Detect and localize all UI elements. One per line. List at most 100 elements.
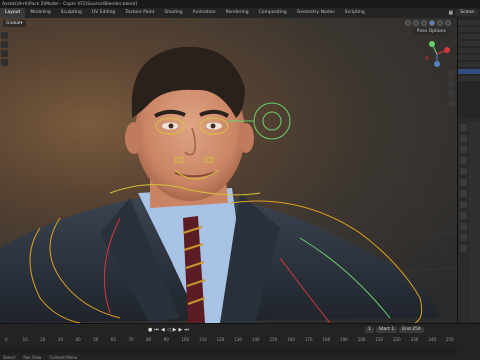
camera-view-icon[interactable] bbox=[448, 90, 455, 97]
outliner-row[interactable] bbox=[458, 62, 480, 67]
y-axis-icon bbox=[429, 41, 435, 47]
scene-selector[interactable]: Scene bbox=[456, 9, 478, 16]
3d-viewport[interactable]: Global ▾ Pose Options bbox=[0, 18, 457, 323]
chevron-down-icon: ▾ bbox=[20, 20, 23, 26]
record-icon[interactable]: ● bbox=[148, 326, 152, 334]
status-context-menu: Context Menu bbox=[49, 354, 78, 360]
ruler-tick-label: 100 bbox=[181, 337, 190, 342]
ruler-tick-label: 230 bbox=[410, 337, 419, 342]
current-frame-field[interactable]: 1 bbox=[365, 327, 374, 333]
ruler-tick-label: 30 bbox=[57, 337, 63, 342]
scene-props-icon[interactable] bbox=[460, 168, 467, 175]
ruler-tick-label: 90 bbox=[163, 337, 169, 342]
properties-tabs bbox=[460, 124, 468, 252]
start-label: Start bbox=[378, 327, 390, 332]
ruler-tick-label: 240 bbox=[428, 337, 436, 342]
playback-controls: ● ⏮ ◀ ◁ ▶ ▶ ⏭ 1 Start 1 End 250 bbox=[0, 326, 457, 334]
shading-tools bbox=[405, 20, 451, 26]
ruler-tick-label: 0 bbox=[5, 337, 8, 342]
outliner[interactable] bbox=[458, 18, 480, 118]
pan-hand-icon[interactable] bbox=[448, 80, 455, 87]
outliner-row[interactable] bbox=[458, 76, 480, 81]
start-frame-field[interactable]: Start 1 bbox=[375, 327, 398, 333]
data-props-icon[interactable] bbox=[460, 234, 467, 241]
bone-props-icon[interactable] bbox=[460, 245, 467, 252]
view-layer-icon[interactable] bbox=[460, 157, 467, 164]
workspace-tabs: Layout Modeling Sculpting UV Editing Tex… bbox=[0, 8, 480, 18]
orientation-dropdown[interactable]: Global ▾ bbox=[3, 19, 26, 27]
perspective-toggle-icon[interactable] bbox=[448, 100, 455, 107]
end-label: End bbox=[402, 327, 411, 332]
end-frame-field[interactable]: End 250 bbox=[399, 327, 424, 333]
overlay-toggle-icon[interactable] bbox=[405, 20, 411, 26]
physics-props-icon[interactable] bbox=[460, 212, 467, 219]
orientation-label: Global bbox=[6, 20, 21, 26]
wireframe-shading-icon[interactable] bbox=[421, 20, 427, 26]
outliner-row[interactable] bbox=[458, 48, 480, 53]
tool-shelf bbox=[1, 32, 8, 66]
title-bar: Assets\Arm\Pack 2\Model - Copie VF2\Sour… bbox=[0, 0, 480, 8]
x-axis-icon bbox=[444, 47, 450, 53]
solid-shading-icon[interactable] bbox=[429, 20, 435, 26]
outliner-row[interactable] bbox=[458, 27, 480, 32]
constraint-props-icon[interactable] bbox=[460, 223, 467, 230]
rotate-tool-icon[interactable] bbox=[1, 59, 8, 66]
tab-rendering[interactable]: Rendering bbox=[221, 8, 254, 18]
ruler-tick-label: 10 bbox=[22, 337, 28, 342]
outliner-row[interactable] bbox=[458, 41, 480, 46]
jump-start-icon[interactable]: ⏮ bbox=[154, 326, 159, 334]
outliner-row[interactable] bbox=[458, 20, 480, 25]
output-props-icon[interactable] bbox=[460, 146, 467, 153]
world-props-icon[interactable] bbox=[460, 179, 467, 186]
tab-compositing[interactable]: Compositing bbox=[254, 8, 292, 18]
outliner-row[interactable] bbox=[458, 55, 480, 60]
next-keyframe-icon[interactable]: ▶ bbox=[178, 326, 182, 334]
pose-options-button[interactable]: Pose Options bbox=[413, 28, 449, 35]
tab-animation[interactable]: Animation bbox=[188, 8, 221, 18]
zoom-icon[interactable] bbox=[448, 70, 455, 77]
tab-uv-editing[interactable]: UV Editing bbox=[87, 8, 120, 18]
frame-ruler[interactable]: 0 10 20 30 40 50 60 70 80 90 100 110 120 130 140 150 160… bbox=[0, 337, 457, 345]
tab-scripting[interactable]: Scripting bbox=[340, 8, 370, 18]
ruler-tick-label: 110 bbox=[199, 337, 207, 342]
tool-props-icon[interactable] bbox=[460, 124, 467, 131]
play-reverse-icon[interactable]: ◁ bbox=[167, 326, 171, 334]
play-icon[interactable]: ▶ bbox=[173, 326, 177, 334]
material-shading-icon[interactable] bbox=[437, 20, 443, 26]
tab-modeling[interactable]: Modeling bbox=[25, 8, 55, 18]
scene-icon[interactable]: ▦ bbox=[449, 10, 454, 16]
tab-texture-paint[interactable]: Texture Paint bbox=[120, 8, 159, 18]
render-props-icon[interactable] bbox=[460, 135, 467, 142]
status-pan-view: Pan View bbox=[23, 354, 42, 360]
viewport-header: Global ▾ bbox=[0, 18, 457, 28]
select-tool-icon[interactable] bbox=[1, 32, 8, 39]
xray-toggle-icon[interactable] bbox=[413, 20, 419, 26]
navigation-gizmo[interactable] bbox=[423, 40, 451, 68]
cursor-tool-icon[interactable] bbox=[1, 41, 8, 48]
tab-geometry-nodes[interactable]: Geometry Nodes bbox=[292, 8, 340, 18]
tab-layout[interactable]: Layout bbox=[0, 8, 26, 18]
ruler-tick-label: 140 bbox=[251, 337, 260, 342]
outliner-row-selected[interactable] bbox=[458, 69, 480, 74]
properties-panel[interactable] bbox=[469, 122, 480, 322]
view-navigation bbox=[448, 70, 455, 107]
ruler-tick-label: 40 bbox=[75, 337, 81, 342]
tab-sculpting[interactable]: Sculpting bbox=[56, 8, 87, 18]
outliner-row[interactable] bbox=[458, 34, 480, 39]
status-select: Select bbox=[3, 354, 16, 360]
jump-end-icon[interactable]: ⏭ bbox=[184, 326, 189, 334]
modifier-props-icon[interactable] bbox=[460, 201, 467, 208]
z-axis-icon bbox=[434, 61, 440, 67]
ruler-tick-label: 120 bbox=[216, 337, 225, 342]
ruler-tick-label: 220 bbox=[393, 337, 401, 342]
object-props-icon[interactable] bbox=[460, 190, 467, 197]
end-value: 250 bbox=[412, 327, 421, 332]
ruler-tick-label: 170 bbox=[304, 337, 313, 342]
move-tool-icon[interactable] bbox=[1, 50, 8, 57]
keyframe-track[interactable] bbox=[0, 346, 457, 354]
window-title: Assets\Arm\Pack 2\Model - Copie VF2\Sour… bbox=[2, 1, 138, 7]
tab-shading[interactable]: Shading bbox=[159, 8, 187, 18]
rendered-shading-icon[interactable] bbox=[445, 20, 451, 26]
character-render bbox=[0, 46, 457, 323]
prev-keyframe-icon[interactable]: ◀ bbox=[161, 326, 165, 334]
